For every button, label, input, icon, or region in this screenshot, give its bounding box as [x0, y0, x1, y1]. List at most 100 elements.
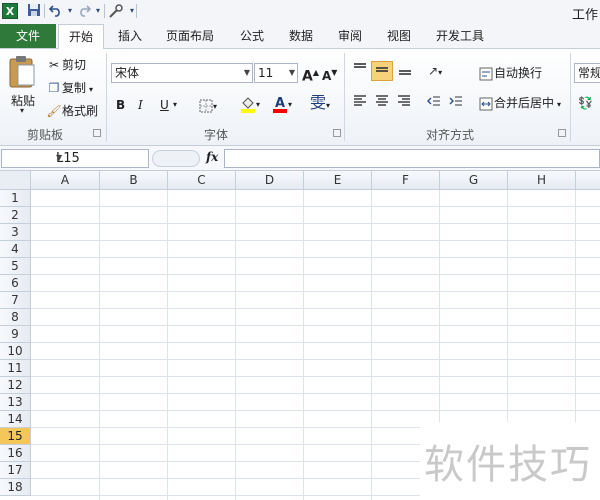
align-left-button[interactable]	[352, 93, 368, 113]
tab-formulas[interactable]: 公式	[232, 24, 272, 48]
tab-data[interactable]: 数据	[281, 24, 321, 48]
merge-dropdown-icon: ▾	[557, 100, 562, 109]
excel-logo-icon[interactable]: X	[2, 3, 18, 19]
ribbon-home: 粘贴 ▾ ✂ 剪切 ❐ 复制 ▾ 🖌格式刷 剪贴板 宋体 ▼ 11 ▼ A▲ A▼ B…	[0, 49, 600, 146]
align-center-button[interactable]	[374, 93, 390, 113]
cut-label: 剪切	[62, 58, 87, 72]
shrink-font-button[interactable]: A▼	[322, 63, 337, 83]
grow-font-button[interactable]: A▲	[302, 63, 319, 85]
qat-separator	[136, 4, 137, 18]
tab-home[interactable]: 开始	[58, 24, 104, 49]
tab-page-layout[interactable]: 页面布局	[160, 24, 220, 48]
grid-line	[31, 240, 600, 241]
insert-function-button[interactable]: fx	[206, 150, 218, 164]
font-color-dropdown-icon: ▾	[288, 100, 293, 109]
bold-button[interactable]: B	[116, 95, 125, 115]
row-header[interactable]: 13	[0, 394, 31, 411]
row-header[interactable]: 17	[0, 462, 31, 479]
formula-input[interactable]	[224, 149, 600, 168]
number-format-select[interactable]: 常规	[574, 63, 600, 83]
row-header[interactable]: 9	[0, 326, 31, 343]
merge-center-icon	[478, 93, 494, 113]
borders-dropdown-icon: ▾	[213, 102, 218, 111]
borders-button[interactable]: ▾	[199, 95, 217, 115]
row-header[interactable]: 5	[0, 258, 31, 275]
align-middle-button[interactable]	[371, 61, 393, 81]
italic-button[interactable]: I	[138, 95, 143, 115]
alignment-launcher-icon[interactable]	[558, 129, 566, 137]
underline-button[interactable]: U	[160, 95, 169, 115]
column-header-h[interactable]: H	[508, 171, 576, 190]
row-header[interactable]: 18	[0, 479, 31, 496]
align-right-button[interactable]	[396, 93, 412, 113]
accounting-format-button[interactable]: 💱	[578, 93, 593, 113]
qat-dropdown-icon[interactable]: ▾	[124, 3, 140, 19]
align-bottom-button[interactable]	[397, 61, 413, 81]
grid-line	[31, 393, 600, 394]
column-header-a[interactable]: A	[31, 171, 100, 190]
save-icon[interactable]	[26, 3, 42, 19]
customize-icon[interactable]	[108, 3, 124, 19]
row-header[interactable]: 4	[0, 241, 31, 258]
row-header[interactable]: 14	[0, 411, 31, 428]
tab-developer[interactable]: 开发工具	[430, 24, 490, 48]
row-header-selected[interactable]: 15	[0, 428, 31, 445]
fill-color-button[interactable]: ▾	[240, 93, 260, 113]
tab-insert[interactable]: 插入	[110, 24, 150, 48]
row-header[interactable]: 8	[0, 309, 31, 326]
group-separator	[570, 53, 571, 141]
align-top-button[interactable]	[352, 61, 368, 81]
currency-icon: 💱	[578, 96, 593, 110]
column-header-c[interactable]: C	[168, 171, 236, 190]
tab-file[interactable]: 文件	[0, 24, 56, 48]
column-header-d[interactable]: D	[236, 171, 304, 190]
font-size-value: 11	[258, 66, 274, 80]
shrink-font-label: A	[322, 69, 332, 83]
ribbon-tabs: 文件 开始 插入 页面布局 公式 数据 审阅 视图 开发工具	[0, 24, 600, 49]
column-header-g[interactable]: G	[440, 171, 508, 190]
row-header[interactable]: 16	[0, 445, 31, 462]
row-header[interactable]: 6	[0, 275, 31, 292]
row-header[interactable]: 10	[0, 343, 31, 360]
row-header[interactable]: 1	[0, 190, 31, 207]
select-all-corner[interactable]	[0, 171, 31, 190]
font-color-button[interactable]: A ▾	[272, 93, 292, 113]
row-header[interactable]: 12	[0, 377, 31, 394]
formula-controls	[152, 150, 200, 167]
font-name-select[interactable]: 宋体 ▼	[111, 63, 253, 83]
paste-button[interactable]: 粘贴 ▾	[6, 53, 40, 115]
column-header-b[interactable]: B	[100, 171, 168, 190]
name-box[interactable]: L15 ▼	[1, 149, 149, 168]
wrap-text-button[interactable]: 自动换行	[478, 63, 542, 83]
merge-center-label: 合并后居中	[494, 96, 555, 110]
clipboard-launcher-icon[interactable]	[93, 129, 101, 137]
copy-button[interactable]: ❐ 复制 ▾	[46, 78, 93, 98]
alignment-group-label: 对齐方式	[426, 128, 475, 142]
merge-center-button[interactable]: 合并后居中 ▾	[478, 93, 561, 113]
format-painter-button[interactable]: 🖌格式刷	[46, 101, 98, 121]
orientation-icon: ↗	[428, 64, 439, 78]
row-header[interactable]: 2	[0, 207, 31, 224]
row-header[interactable]: 7	[0, 292, 31, 309]
watermark-text: 软件技巧	[424, 442, 592, 488]
fill-color-dropdown-icon: ▾	[256, 100, 261, 109]
increase-indent-button[interactable]	[448, 93, 464, 113]
orientation-button[interactable]: ↗▾	[428, 61, 442, 81]
column-header-e[interactable]: E	[304, 171, 372, 190]
tab-view[interactable]: 视图	[379, 24, 419, 48]
column-header-i[interactable]	[576, 171, 600, 190]
tab-review[interactable]: 审阅	[330, 24, 370, 48]
decrease-indent-button[interactable]	[426, 93, 442, 113]
wrap-text-icon	[478, 63, 494, 83]
chevron-down-icon: ▼	[243, 68, 250, 77]
font-launcher-icon[interactable]	[333, 129, 341, 137]
row-header[interactable]: 3	[0, 224, 31, 241]
phonetic-button[interactable]: 雯▾	[310, 93, 330, 113]
font-size-select[interactable]: 11 ▼	[254, 63, 298, 83]
grid-line	[303, 190, 304, 500]
underline-dropdown-icon[interactable]: ▾	[173, 95, 177, 115]
row-header[interactable]: 11	[0, 360, 31, 377]
column-header-f[interactable]: F	[372, 171, 440, 190]
cut-button[interactable]: ✂ 剪切	[46, 55, 86, 75]
increase-indent-icon	[449, 96, 462, 106]
